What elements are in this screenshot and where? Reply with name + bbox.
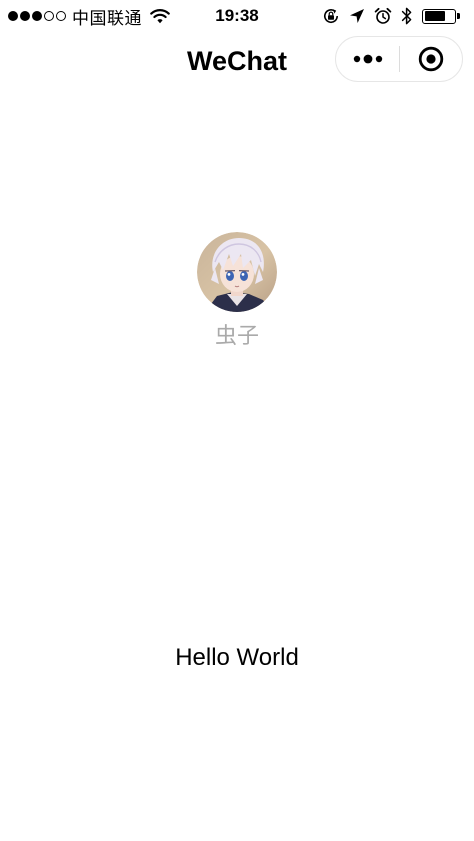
battery-icon [422,8,462,25]
nickname: 虫子 [214,324,259,349]
battery-tip [457,13,460,19]
more-button[interactable] [336,36,399,82]
status-bar: 中国联通 19:38 [0,0,474,32]
close-button[interactable] [400,36,462,82]
anime-avatar[interactable] [197,232,277,312]
rotation-lock-icon [324,9,339,24]
nav-bar: WeChat [0,32,474,90]
screen: 中国联通 19:38 WeChat 虫子 Hello World [0,0,474,841]
userinfo: 虫子 [0,232,474,352]
bluetooth-icon [401,7,412,25]
motto-text: Hello World [175,644,299,671]
alarm-icon [374,7,392,24]
status-right [322,4,462,28]
battery-body [422,8,456,24]
more-dots-icon [353,54,382,64]
battery-fill [424,11,445,21]
menu-capsule [335,36,463,82]
target-circle-icon [418,46,444,72]
location-arrow-icon [350,9,364,23]
